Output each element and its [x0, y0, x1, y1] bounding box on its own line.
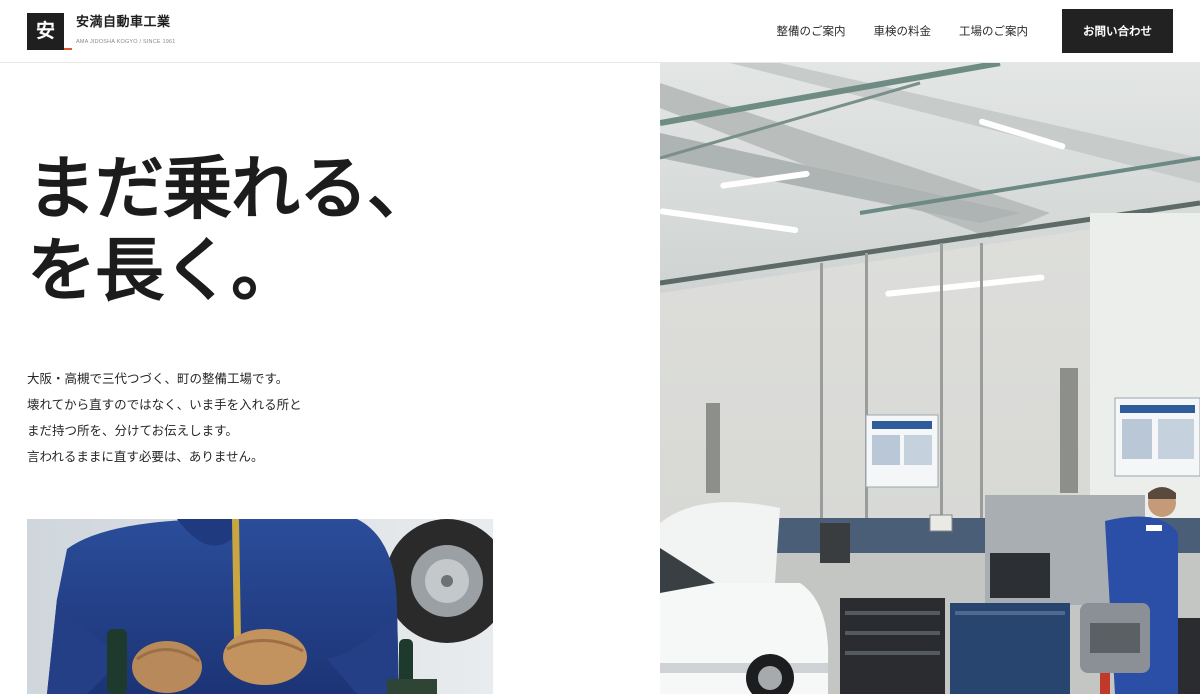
- hero-title-line-2: を長く。: [27, 231, 300, 311]
- company-name: 安満自動車工業: [76, 15, 171, 30]
- logo-text: 安満自動車工業 AMA JIDOSHA KOGYO / SINCE 1961: [76, 15, 176, 45]
- hero-description-line-2: 壊れてから直すのではなく、いま手を入れる所と: [27, 397, 302, 412]
- site-header: 安 安満自動車工業 AMA JIDOSHA KOGYO / SINCE 1961…: [0, 0, 1200, 63]
- hero-description-line-3: まだ持つ所を、分けてお伝えします。: [27, 423, 238, 438]
- logo-mark: 安: [27, 13, 72, 50]
- nav-item-inspection-price[interactable]: 車検の料金: [874, 23, 932, 39]
- hero-description-line-4: 言われるままに直す必要は、ありません。: [27, 449, 264, 464]
- logo-mark-char: 安: [35, 20, 55, 42]
- mechanic-hands-photo: [27, 519, 493, 694]
- logo-accent-bar: [64, 48, 72, 50]
- company-tagline: AMA JIDOSHA KOGYO / SINCE 1961: [76, 39, 176, 45]
- main-nav: 整備のご案内 車検の料金 工場のご案内 お問い合わせ: [777, 9, 1173, 53]
- logo[interactable]: 安 安満自動車工業 AMA JIDOSHA KOGYO / SINCE 1961: [27, 13, 176, 51]
- hero-description-line-1: 大阪・高槻で三代つづく、町の整備工場です。: [27, 371, 289, 386]
- garage-interior-photo: [660, 63, 1200, 694]
- contact-button[interactable]: お問い合わせ: [1062, 9, 1173, 53]
- nav-item-factory[interactable]: 工場のご案内: [959, 23, 1028, 39]
- hero-title: まだ乗れる、 を長く。: [27, 148, 467, 312]
- nav-item-maintenance[interactable]: 整備のご案内: [777, 23, 846, 39]
- hero-description: 大阪・高槻で三代つづく、町の整備工場です。 壊れてから直すのではなく、いま手を入…: [27, 366, 347, 470]
- hero-title-line-1: まだ乗れる、: [27, 149, 436, 229]
